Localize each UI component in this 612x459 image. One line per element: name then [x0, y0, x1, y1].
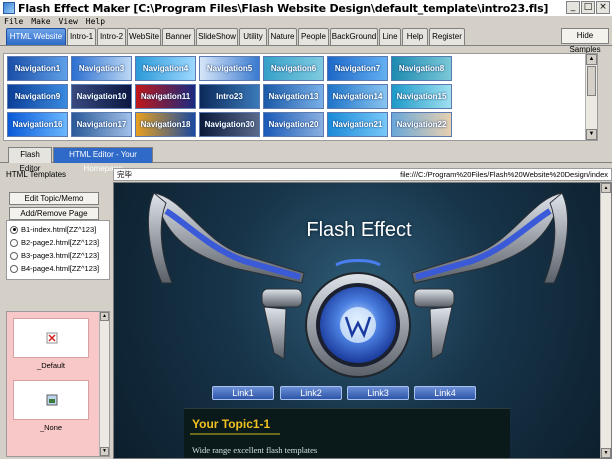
radio-icon[interactable]: [10, 251, 18, 260]
window-title: Flash Effect Maker [C:\Program Files\Fla…: [18, 1, 549, 15]
scroll-down-icon[interactable]: ▼: [100, 447, 109, 456]
page-option-b4[interactable]: B4-page4.html[ZZ^123]: [10, 263, 99, 274]
editor-tabs: Flash Editor HTML Editor - Your Homepage: [0, 146, 612, 173]
template-list: _Default _None ▲ ▼: [6, 311, 110, 457]
window-controls: _ □ ×: [566, 1, 610, 14]
topic-divider: [190, 433, 280, 435]
page-option-b3[interactable]: B3-page3.html[ZZ^123]: [10, 250, 99, 261]
browser-view: Flash Effect Link1 Link2 Link3 Link4 You…: [113, 182, 612, 459]
menu-bar: File Make View Help: [0, 16, 612, 27]
template-none-card[interactable]: [13, 380, 89, 420]
thumb-navigation9[interactable]: Navigation9: [7, 84, 68, 109]
thumb-navigation14[interactable]: Navigation14: [327, 84, 388, 109]
thumb-navigation17[interactable]: Navigation17: [71, 112, 132, 137]
radio-icon[interactable]: [10, 264, 18, 273]
topic-title: Your Topic1-1: [192, 417, 271, 431]
tab-utility[interactable]: Utility: [239, 28, 267, 45]
title-bar: Flash Effect Maker [C:\Program Files\Fla…: [0, 0, 612, 16]
panel-title: HTML Templates: [6, 170, 67, 179]
thumb-navigation7[interactable]: Navigation7: [327, 56, 388, 81]
tab-website[interactable]: WebSite: [127, 28, 161, 45]
tab-register[interactable]: Register: [429, 28, 465, 45]
scroll-down-icon[interactable]: ▼: [586, 129, 597, 140]
radio-selected-icon[interactable]: [10, 225, 18, 234]
thumb-navigation5[interactable]: Navigation5: [199, 56, 260, 81]
tab-intro-1[interactable]: Intro-1: [67, 28, 96, 45]
tab-html-website[interactable]: HTML Website: [6, 28, 66, 45]
browser-status: 完毕: [117, 170, 132, 179]
browser-address-bar: 完毕 file:///C:/Program%20Files/Flash%20We…: [113, 168, 612, 181]
gallery-scrollbar[interactable]: ▲ ▼: [585, 54, 597, 140]
image-placeholder-icon: [46, 394, 58, 406]
close-icon[interactable]: ×: [596, 1, 610, 14]
template-none-label: _None: [39, 423, 63, 432]
browser-url[interactable]: file:///C:/Program%20Files/Flash%20Websi…: [400, 169, 608, 180]
thumb-navigation20[interactable]: Navigation20: [263, 112, 324, 137]
app-icon: [3, 2, 15, 14]
thumb-navigation16[interactable]: Navigation16: [7, 112, 68, 137]
thumb-navigation4[interactable]: Navigation4: [135, 56, 196, 81]
scroll-down-icon[interactable]: ▼: [601, 448, 611, 458]
thumb-navigation13[interactable]: Navigation13: [263, 84, 324, 109]
menu-make[interactable]: Make: [31, 16, 50, 27]
category-tabs: HTML Website Intro-1 Intro-2 WebSite Ban…: [0, 27, 612, 54]
app-window: Flash Effect Maker [C:\Program Files\Fla…: [0, 0, 612, 459]
link4-button[interactable]: Link4: [414, 386, 476, 400]
tab-intro-2[interactable]: Intro-2: [97, 28, 126, 45]
tab-banner[interactable]: Banner: [162, 28, 195, 45]
page-option-b1[interactable]: B1-index.html[ZZ^123]: [10, 224, 96, 235]
thumb-navigation8[interactable]: Navigation8: [391, 56, 452, 81]
thumb-navigation1[interactable]: Navigation1: [7, 56, 68, 81]
sample-gallery: Navigation1 Navigation3 Navigation4 Navi…: [3, 53, 598, 141]
tab-help[interactable]: Help: [402, 28, 428, 45]
tab-line[interactable]: Line: [379, 28, 401, 45]
menu-view[interactable]: View: [59, 16, 78, 27]
broken-image-icon: [46, 332, 58, 344]
tab-flash-editor[interactable]: Flash Editor: [8, 147, 52, 173]
scroll-up-icon[interactable]: ▲: [100, 312, 109, 321]
menu-help[interactable]: Help: [86, 16, 105, 27]
radio-icon[interactable]: [10, 238, 18, 247]
tab-people[interactable]: People: [298, 28, 329, 45]
thumb-navigation22[interactable]: Navigation22: [391, 112, 452, 137]
link2-button[interactable]: Link2: [280, 386, 342, 400]
page-option-b2[interactable]: B2-page2.html[ZZ^123]: [10, 237, 99, 248]
thumb-navigation18[interactable]: Navigation18: [135, 112, 196, 137]
thumb-navigation6[interactable]: Navigation6: [263, 56, 324, 81]
add-remove-page-button[interactable]: Add/Remove Page: [9, 207, 99, 220]
scroll-thumb[interactable]: [587, 66, 596, 96]
maximize-icon[interactable]: □: [581, 1, 595, 14]
link3-button[interactable]: Link3: [347, 386, 409, 400]
thumb-navigation3[interactable]: Navigation3: [71, 56, 132, 81]
topic-box: Your Topic1-1 Wide range excellent flash…: [184, 408, 510, 458]
template-scrollbar[interactable]: ▲ ▼: [99, 312, 109, 456]
thumb-navigation11[interactable]: Navigation11: [135, 84, 196, 109]
html-templates-panel: HTML Templates Edit Topic/Memo Add/Remov…: [3, 168, 111, 457]
browser-scrollbar[interactable]: ▲ ▼: [600, 183, 611, 458]
scroll-up-icon[interactable]: ▲: [601, 183, 611, 193]
menu-file[interactable]: File: [4, 16, 23, 27]
thumb-navigation30[interactable]: Navigation30: [199, 112, 260, 137]
tab-slideshow[interactable]: SlideShow: [196, 28, 238, 45]
tab-html-editor[interactable]: HTML Editor - Your Homepage: [53, 147, 153, 173]
minimize-icon[interactable]: _: [566, 1, 580, 14]
tab-background[interactable]: BackGround: [330, 28, 378, 45]
flash-title: Flash Effect: [306, 219, 412, 241]
hide-samples-button[interactable]: Hide Samples: [561, 28, 609, 54]
topic-text: Wide range excellent flash templates: [192, 445, 318, 455]
page-list: B1-index.html[ZZ^123] B2-page2.html[ZZ^1…: [6, 220, 110, 280]
tab-nature[interactable]: Nature: [268, 28, 297, 45]
edit-topic-button[interactable]: Edit Topic/Memo: [9, 192, 99, 205]
template-default-card[interactable]: [13, 318, 89, 358]
thumb-navigation21[interactable]: Navigation21: [327, 112, 388, 137]
thumb-navigation15[interactable]: Navigation15: [391, 84, 452, 109]
scroll-up-icon[interactable]: ▲: [586, 54, 597, 65]
thumb-navigation10[interactable]: Navigation10: [71, 84, 132, 109]
template-default-label: _Default: [37, 361, 65, 370]
thumb-intro23[interactable]: Intro23: [199, 84, 260, 109]
link1-button[interactable]: Link1: [212, 386, 274, 400]
